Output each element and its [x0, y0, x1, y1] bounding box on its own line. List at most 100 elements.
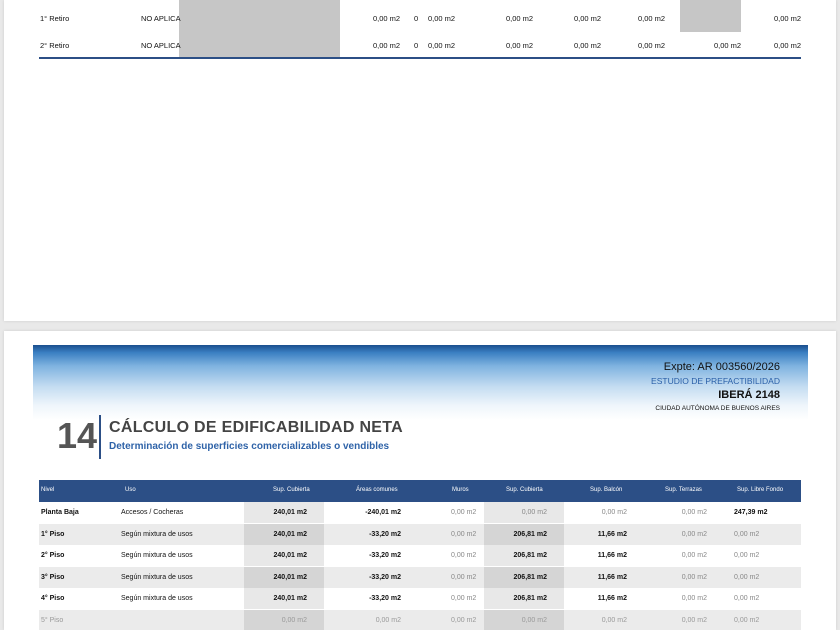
- cell-libre: 0,00 m2: [734, 530, 760, 538]
- cell-value: 0,00 m2: [373, 14, 401, 23]
- cell-areas: -33,20 m2: [369, 530, 401, 538]
- table-bottom-rule: [39, 57, 801, 59]
- cell-value: 0,00 m2: [506, 41, 534, 50]
- cell-value: 0,00 m2: [574, 41, 602, 50]
- cell-nivel: 3° Piso: [41, 573, 65, 581]
- table-header: Nivel Uso Sup. Cubierta Áreas comunes Mu…: [39, 480, 801, 502]
- cell-uso: Accesos / Cocheras: [121, 509, 184, 516]
- cell-uso: Según mixtura de usos: [121, 552, 193, 559]
- cell-nivel: 5° Piso: [41, 616, 64, 624]
- section-divider: [99, 415, 101, 459]
- cell-sup2: 0,00 m2: [521, 509, 547, 516]
- header-banner: Expte: AR 003560/2026 ESTUDIO DE PREFACT…: [33, 345, 808, 420]
- cell-balcon: 11,66 m2: [597, 530, 627, 538]
- cell-value: 0,00 m2: [638, 41, 666, 50]
- cell-libre: 0,00 m2: [734, 595, 760, 602]
- table-row: 1° Piso Según mixtura de usos 240,01 m2 -33…: [39, 523, 801, 545]
- cell-muros: 0,00 m2: [451, 573, 477, 581]
- header-info: Expte: AR 003560/2026 ESTUDIO DE PREFACT…: [651, 360, 780, 414]
- retiro-aplica: NO APLICA: [141, 14, 181, 23]
- table-row: 3° Piso Según mixtura de usos 240,01 m2 -33…: [39, 566, 801, 588]
- cell-muros: 0,00 m2: [451, 616, 477, 624]
- study-label: ESTUDIO DE PREFACTIBILIDAD: [651, 376, 780, 386]
- cell-terrazas: 0,00 m2: [681, 595, 707, 602]
- cell-uso: Según mixtura de usos: [121, 530, 193, 538]
- cell-areas: 0,00 m2: [375, 616, 401, 624]
- cell-balcon: 11,66 m2: [597, 595, 627, 602]
- cell-balcon: 0,00 m2: [601, 509, 627, 516]
- col-sup-cubierta: Sup. Cubierta: [273, 487, 310, 493]
- cell-value: 0,00 m2: [774, 41, 802, 50]
- cell-areas: -240,01 m2: [365, 509, 401, 516]
- cell-value: 0: [414, 41, 419, 50]
- cell-value: 0,00 m2: [574, 14, 602, 23]
- cell-terrazas: 0,00 m2: [681, 552, 707, 559]
- table-row: 1° Retiro NO APLICA 0,00 m2 0 0,00 m2 0,…: [39, 4, 801, 31]
- col-sup-cubierta-neta: Sup. Cubierta: [506, 487, 543, 493]
- cell-value: 0,00 m2: [428, 14, 456, 23]
- cell-areas: -33,20 m2: [369, 573, 401, 581]
- col-uso: Uso: [125, 487, 136, 493]
- cell-sup2: 206,81 m2: [513, 595, 547, 602]
- cell-sup2: 206,81 m2: [513, 573, 547, 581]
- cell-libre: 247,39 m2: [734, 509, 768, 516]
- cell-areas: -33,20 m2: [369, 552, 401, 559]
- cell-value: 0: [414, 14, 419, 23]
- page-lower: Expte: AR 003560/2026 ESTUDIO DE PREFACT…: [4, 331, 836, 630]
- cell-value: 0,00 m2: [774, 14, 802, 23]
- city-label: CIUDAD AUTÓNOMA DE BUENOS AIRES: [655, 405, 780, 412]
- cell-balcon: 0,00 m2: [601, 616, 627, 624]
- cell-nivel: Planta Baja: [41, 509, 79, 516]
- cell-sup: 0,00 m2: [281, 616, 307, 624]
- cell-balcon: 11,66 m2: [597, 573, 627, 581]
- cell-muros: 0,00 m2: [451, 595, 477, 602]
- cell-terrazas: 0,00 m2: [681, 530, 707, 538]
- cell-nivel: 2° Piso: [41, 552, 65, 559]
- cell-sup: 240,01 m2: [273, 509, 307, 516]
- section-subtitle: Determinación de superficies comercializ…: [109, 441, 390, 452]
- cell-libre: 0,00 m2: [734, 616, 760, 624]
- section-title: CÁLCULO DE EDIFICABILIDAD NETA: [109, 419, 404, 436]
- cell-sup: 240,01 m2: [273, 595, 307, 602]
- cell-sup: 240,01 m2: [273, 552, 307, 559]
- cell-muros: 0,00 m2: [451, 530, 477, 538]
- cell-value: 0,00 m2: [714, 41, 742, 50]
- table-row: 2° Piso Según mixtura de usos 240,01 m2 -33…: [39, 545, 801, 566]
- retiro-aplica: NO APLICA: [141, 41, 181, 50]
- cell-terrazas: 0,00 m2: [681, 573, 707, 581]
- cell-nivel: 1° Piso: [41, 530, 65, 538]
- col-sup-libre-fondo: Sup. Libre Fondo: [737, 487, 784, 493]
- retiro-label: 2° Retiro: [40, 41, 70, 50]
- cell-sup2: 206,81 m2: [513, 552, 547, 559]
- cell-uso: Según mixtura de usos: [121, 595, 193, 602]
- cell-libre: 0,00 m2: [734, 552, 760, 559]
- col-sup-terrazas: Sup. Terrazas: [665, 487, 702, 493]
- col-nivel: Nivel: [41, 487, 55, 493]
- cell-value: 0,00 m2: [638, 14, 666, 23]
- cell-terrazas: 0,00 m2: [681, 509, 707, 516]
- cell-value: 0,00 m2: [506, 14, 534, 23]
- cell-terrazas: 0,00 m2: [681, 616, 707, 624]
- cell-nivel: 4° Piso: [41, 595, 65, 602]
- cell-muros: 0,00 m2: [451, 509, 477, 516]
- table-row: 2° Retiro NO APLICA 0,00 m2 0 0,00 m2 0,…: [39, 31, 801, 58]
- page-upper: 1° Retiro NO APLICA 0,00 m2 0 0,00 m2 0,…: [4, 0, 836, 321]
- retiro-label: 1° Retiro: [40, 14, 70, 23]
- cell-value: 0,00 m2: [428, 41, 456, 50]
- cell-sup2: 206,81 m2: [513, 530, 547, 538]
- cell-areas: -33,20 m2: [369, 595, 401, 602]
- cell-muros: 0,00 m2: [451, 552, 477, 559]
- cell-balcon: 11,66 m2: [597, 552, 627, 559]
- expediente-number: Expte: AR 003560/2026: [663, 361, 780, 373]
- table-row: 5° Piso 0,00 m2 0,00 m2 0,00 m2 0,00 m2 0,00 …: [39, 609, 801, 630]
- cell-value: 0,00 m2: [373, 41, 401, 50]
- property-address: IBERÁ 2148: [718, 389, 780, 401]
- cell-libre: 0,00 m2: [734, 573, 760, 581]
- cell-sup: 240,01 m2: [273, 530, 307, 538]
- table-row: Planta Baja Accesos / Cocheras 240,01 m2 -2…: [39, 502, 801, 523]
- col-areas-comunes: Áreas comunes: [356, 487, 398, 493]
- cell-sup2: 0,00 m2: [521, 616, 547, 624]
- table-row: 4° Piso Según mixtura de usos 240,01 m2 -33…: [39, 588, 801, 609]
- col-sup-balcon: Sup. Balcón: [590, 487, 623, 493]
- cell-uso: Según mixtura de usos: [121, 573, 193, 581]
